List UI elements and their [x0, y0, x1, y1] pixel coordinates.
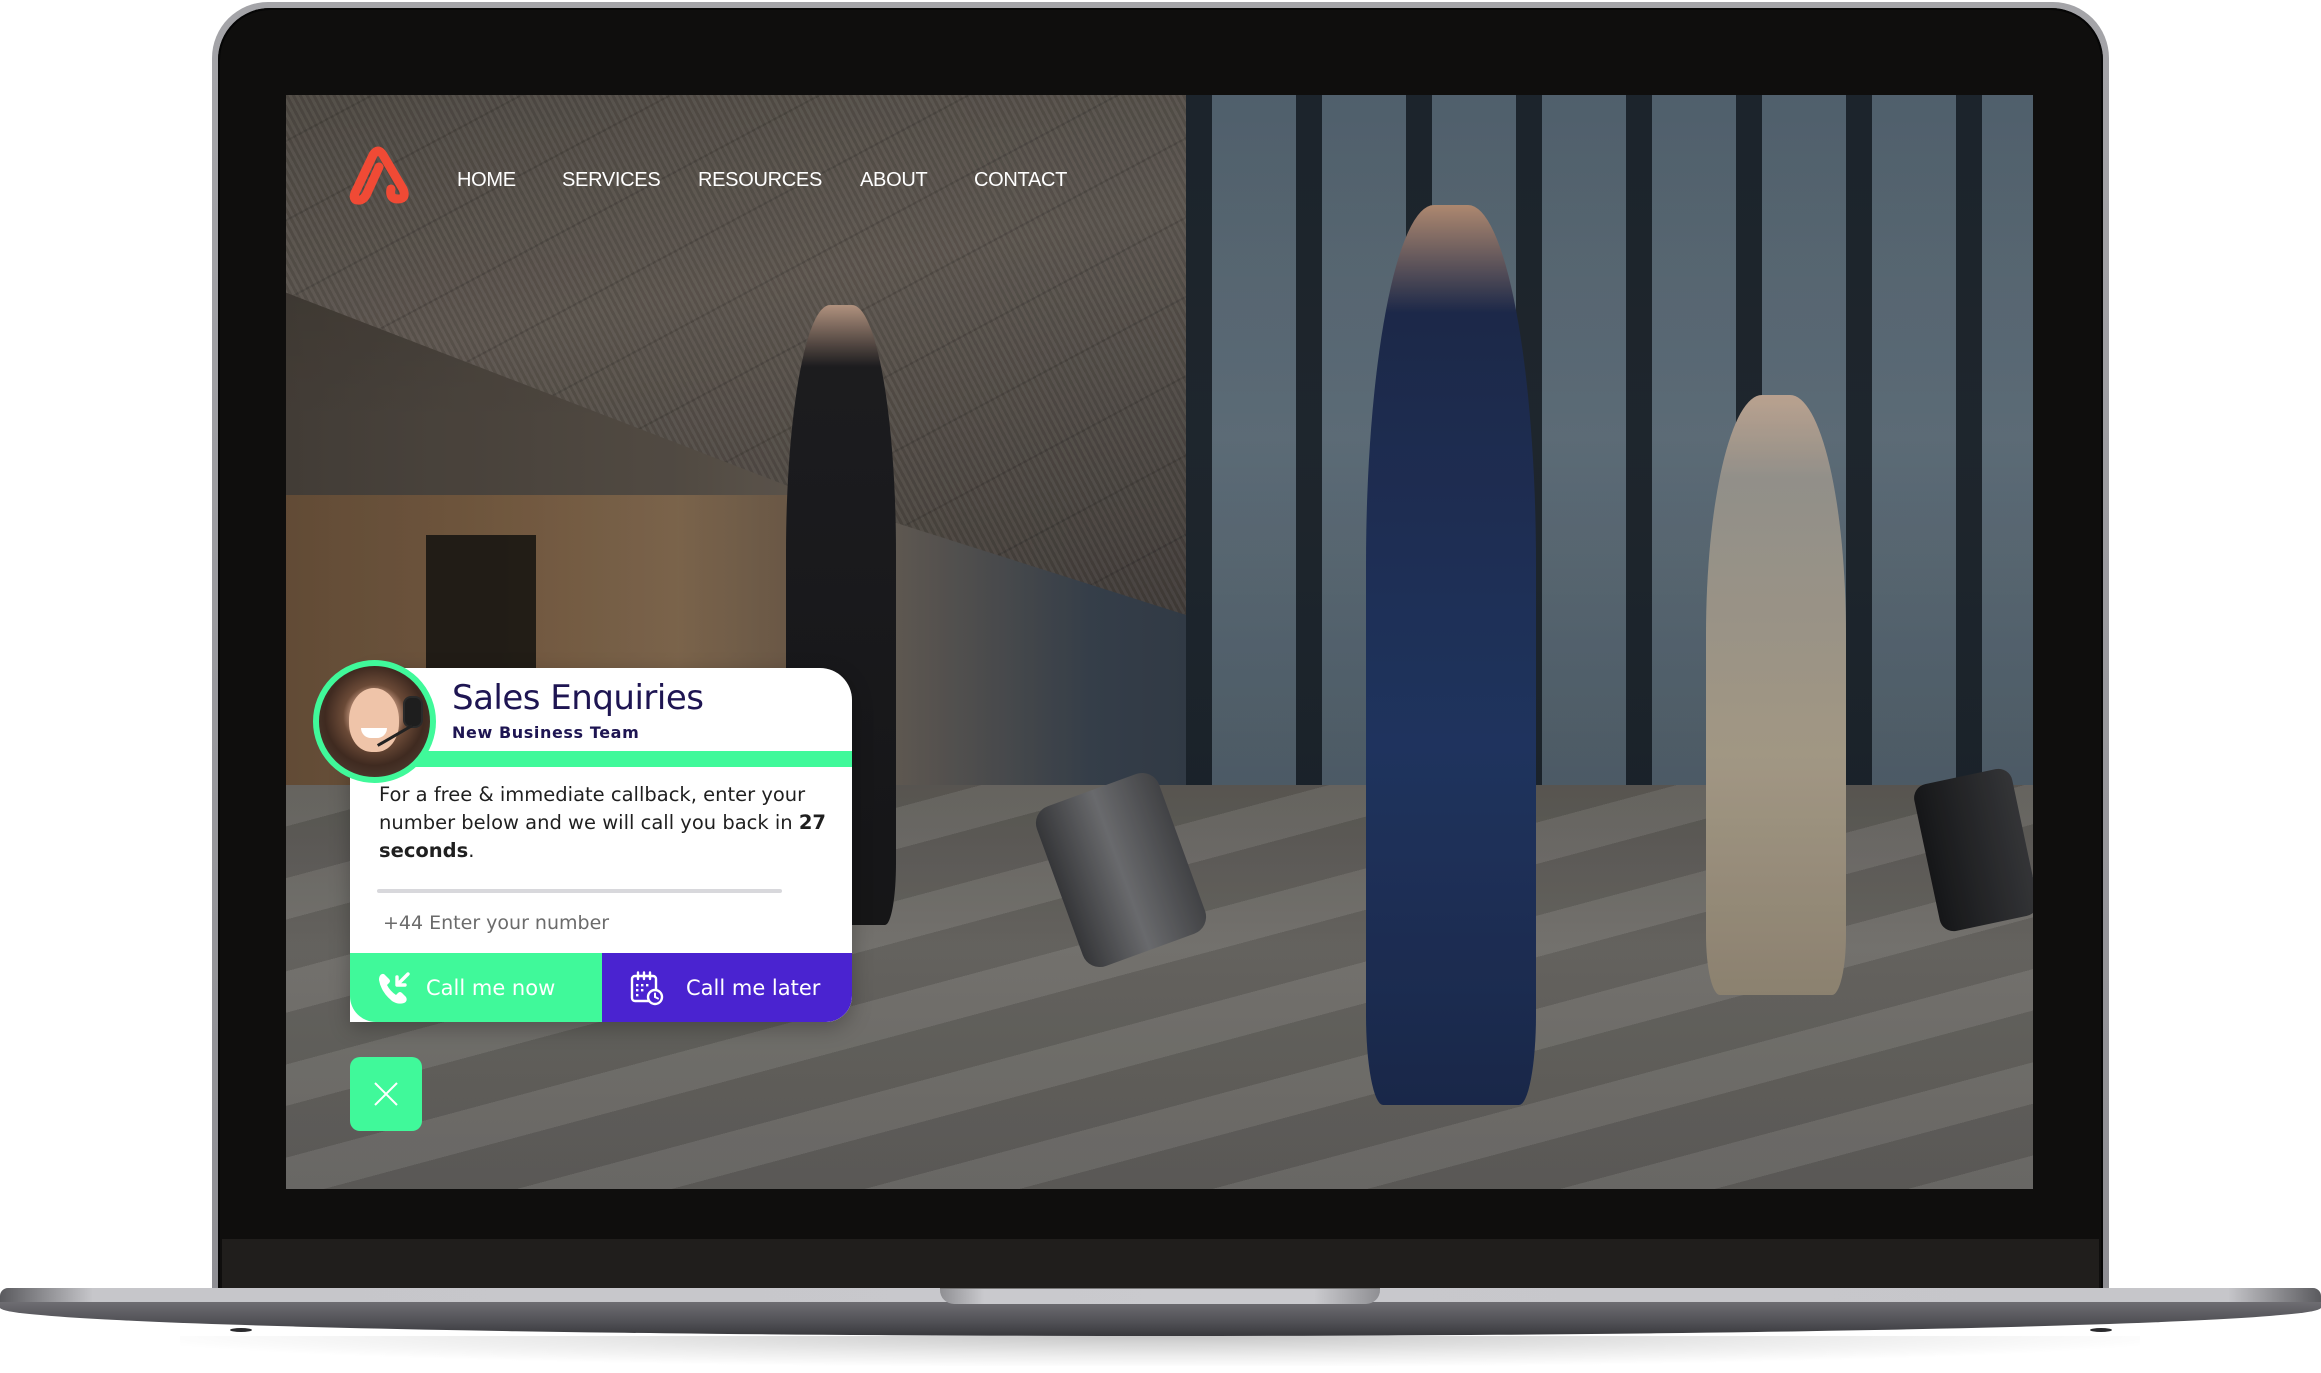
close-widget-button[interactable]: [350, 1057, 422, 1131]
close-icon: [374, 1082, 398, 1106]
widget-subtitle: New Business Team: [452, 723, 640, 742]
nav-resources[interactable]: RESOURCES: [698, 165, 822, 195]
agent-avatar-face: [349, 688, 399, 752]
laptop-chin: [222, 1239, 2099, 1289]
laptop-hinge-notch: [940, 1288, 1380, 1304]
widget-description-end: .: [468, 839, 475, 862]
nav-about[interactable]: ABOUT: [860, 165, 928, 195]
laptop-shadow: [180, 1336, 2140, 1366]
nav-contact[interactable]: CONTACT: [974, 165, 1067, 195]
laptop-base: [0, 1288, 2321, 1338]
widget-description-text: For a free & immediate callback, enter y…: [379, 783, 806, 834]
laptop-base-bottom: [0, 1302, 2321, 1336]
widget-description: For a free & immediate callback, enter y…: [379, 781, 839, 865]
phone-number-input[interactable]: [377, 900, 829, 946]
nav-home[interactable]: HOME: [457, 165, 516, 195]
laptop-foot: [230, 1328, 252, 1332]
incoming-call-icon: [376, 970, 412, 1006]
hero-overlay: [286, 95, 2033, 1189]
headset-icon: [403, 696, 423, 728]
website-screen: HOME SERVICES RESOURCES ABOUT CONTACT Sa…: [286, 95, 2033, 1189]
nav-services[interactable]: SERVICES: [562, 165, 661, 195]
main-nav: HOME SERVICES RESOURCES ABOUT CONTACT: [286, 165, 2033, 195]
widget-title: Sales Enquiries: [452, 678, 704, 718]
call-me-now-label: Call me now: [426, 975, 556, 1000]
widget-divider: [377, 889, 782, 893]
call-me-later-label: Call me later: [686, 975, 821, 1000]
calendar-clock-icon: [628, 970, 664, 1006]
call-me-now-button[interactable]: Call me now: [350, 953, 602, 1022]
agent-avatar: [313, 660, 436, 783]
laptop-foot: [2090, 1328, 2112, 1332]
call-me-later-button[interactable]: Call me later: [602, 953, 852, 1022]
